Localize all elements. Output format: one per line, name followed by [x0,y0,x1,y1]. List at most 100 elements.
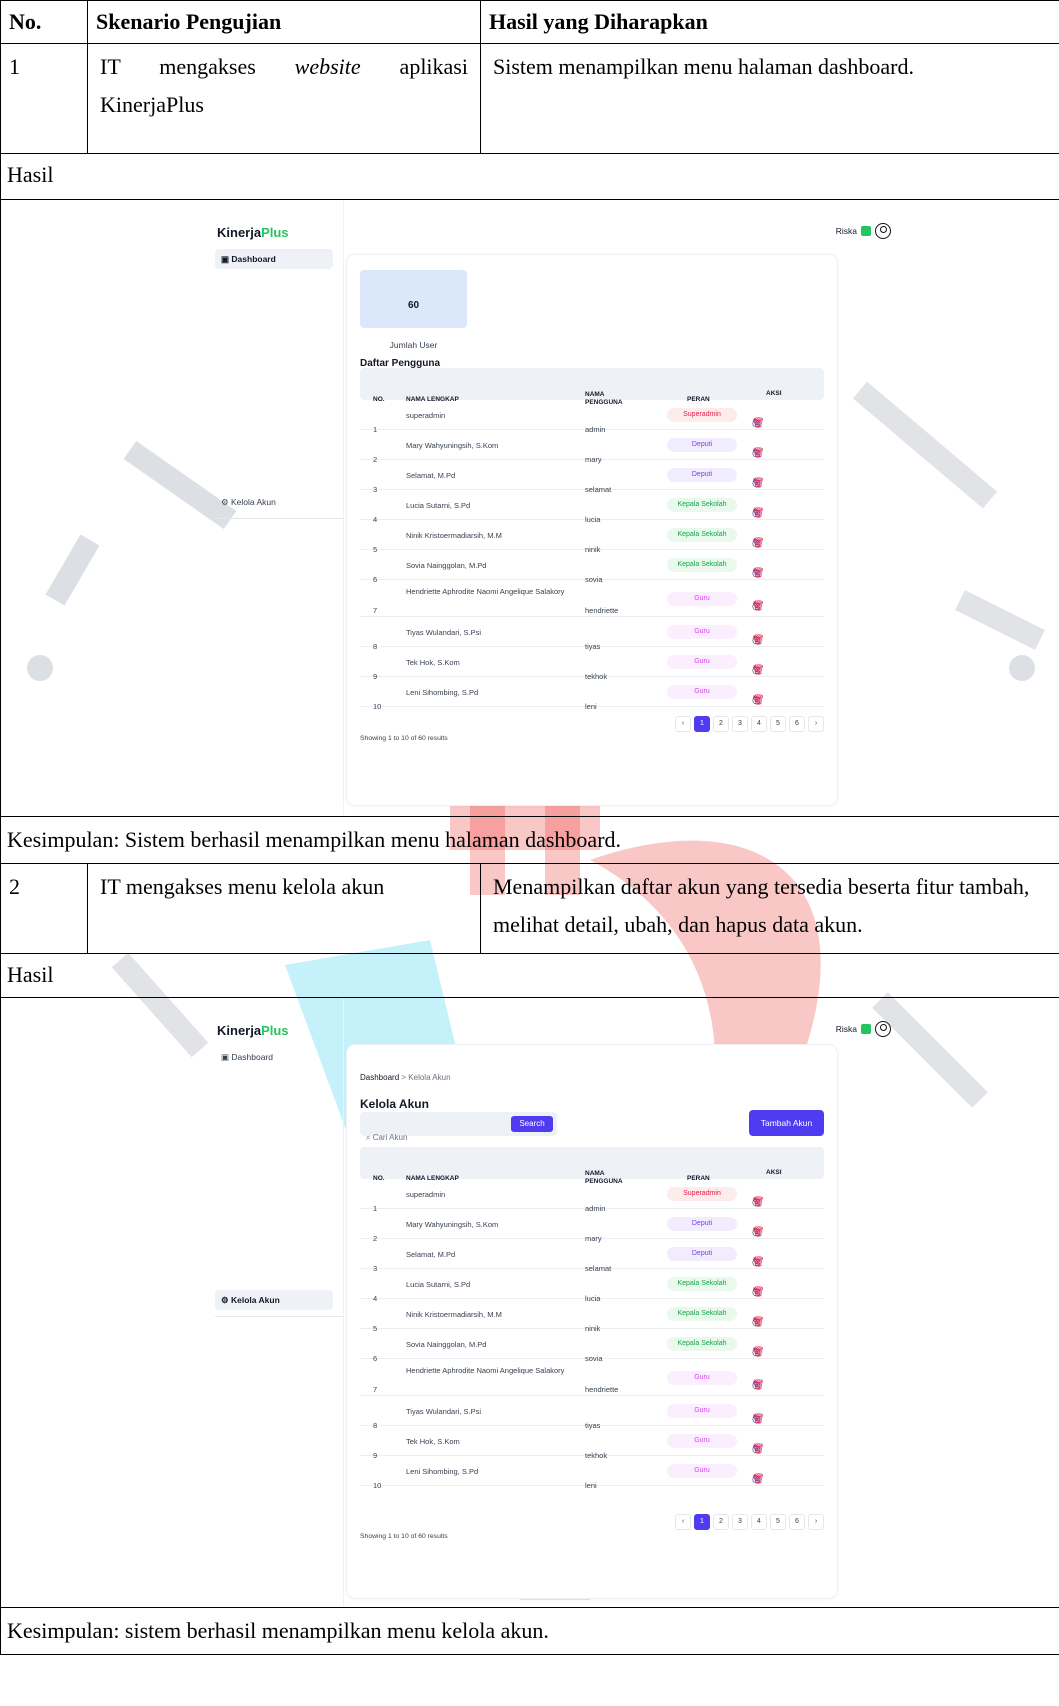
cell-nama: Sovia Nainggolan, M.Pd [406,561,487,570]
screenshot-row-2: KinerjaPlus ▣ Dashboard ⚙ Kelola Akun Ri… [0,997,1059,1608]
role-badge: Guru [667,655,737,669]
role-badge: Guru [667,625,737,639]
avatar-icon[interactable] [875,223,891,239]
cell-nama: Tiyas Wulandari, S.Psi [406,1407,482,1416]
table-row: 1 superadmin admin Superadmin ◎ ✎ 🗑 [360,1179,824,1213]
cell-nama: Mary Wahyuningsih, S.Kom [406,441,499,450]
role-badge: Superadmin [667,1187,737,1201]
test-row-1: 1 IT mengakses website aplikasi KinerjaP… [0,43,1059,154]
table-row: 8 Tiyas Wulandari, S.Psi tiyas Guru ◎ ✎ 🗑 [360,617,824,651]
role-badge: Guru [667,685,737,699]
cell-nama: Hendriette Aphrodite Naomi Angelique Sal… [406,1366,565,1375]
pagination-summary: Showing 1 to 10 of 60 results [360,735,448,742]
sidebar-item-kelola-akun[interactable]: ⚙ Kelola Akun [215,492,333,512]
role-badge: Kepala Sekolah [667,1307,737,1321]
cell-nama: Ninik Kristoermadiarsih, M.M [406,1310,502,1319]
scenario-text: IT mengakses [100,54,295,79]
trash-icon[interactable]: 🗑 [752,1461,765,1499]
sidebar-divider [215,518,343,519]
page-button[interactable]: 5 [770,716,786,732]
search-button[interactable]: Search [511,1116,553,1132]
cell-nama: Lucia Sutarni, S.Pd [406,1280,471,1289]
role-badge: Kepala Sekolah [667,1337,737,1351]
header-scenario: Skenario Pengujian [87,0,481,44]
pagination: ‹ 1 2 3 4 5 6 › [675,716,824,732]
brand-logo: KinerjaPlus [217,225,289,240]
pagination-summary: Showing 1 to 10 of 60 results [360,1533,448,1540]
role-badge: Guru [667,1464,737,1478]
sidebar: KinerjaPlus ▣ Dashboard ⚙ Kelola Akun [209,998,344,1606]
breadcrumb-home[interactable]: Dashboard [360,1073,399,1082]
page-button[interactable]: 3 [732,1514,748,1530]
scenario-emphasis: website [294,54,361,79]
page-button[interactable]: 5 [770,1514,786,1530]
sidebar: KinerjaPlus ▣ Dashboard ⚙ Kelola Akun [209,200,344,815]
user-badge [861,1024,871,1034]
stat-card: 60 Jumlah User [360,270,467,350]
table-row: 7 Hendriette Aphrodite Naomi Angelique Sa… [360,1359,824,1396]
role-badge: Guru [667,592,737,606]
search-bar: ⌕ Cari Akun Search [360,1112,557,1142]
sidebar-item-dashboard[interactable]: ▣ Dashboard [215,1047,333,1067]
user-name: Riska [835,226,857,236]
add-account-button[interactable]: Tambah Akun [749,1110,824,1136]
page-button[interactable]: 6 [789,716,805,732]
page-button[interactable]: 2 [713,1514,729,1530]
role-badge: Kepala Sekolah [667,528,737,542]
sidebar-item-label: Kelola Akun [230,497,276,507]
page-button[interactable]: 3 [732,716,748,732]
app-kelola-akun: KinerjaPlus ▣ Dashboard ⚙ Kelola Akun Ri… [209,998,899,1606]
cell-nama: Ninik Kristoermadiarsih, M.M [406,531,502,540]
trash-icon[interactable]: 🗑 [752,682,765,720]
app-dashboard: KinerjaPlus ▣ Dashboard ⚙ Kelola Akun Ri… [209,200,899,815]
table-row: 3 Selamat, M.Pd selamat Deputi ◎ ✎ 🗑 [360,460,824,494]
avatar-icon[interactable] [875,1021,891,1037]
user-table: NO. NAMA LENGKAP NAMA PENGGUNA PERAN AKSI 1 sup… [360,368,824,711]
page-button[interactable]: 4 [751,716,767,732]
cell-nama: Leni Sihombing, S.Pd [406,688,479,697]
prev-page-button[interactable]: ‹ [675,1514,691,1530]
hasil-label: Hasil [0,953,1059,998]
table-row: 3 Selamat, M.Pd selamat Deputi ◎ ✎ 🗑 [360,1239,824,1273]
prev-page-button[interactable]: ‹ [675,716,691,732]
page-button[interactable]: 6 [789,1514,805,1530]
role-badge: Guru [667,1434,737,1448]
conclusion-row-1: Kesimpulan: Sistem berhasil menampilkan … [0,816,1059,864]
sidebar-item-dashboard[interactable]: ▣ Dashboard [215,249,333,269]
user-menu[interactable]: Riska [836,1010,891,1048]
role-badge: Kepala Sekolah [667,1277,737,1291]
role-badge: Kepala Sekolah [667,498,737,512]
cell-nama: Tiyas Wulandari, S.Psi [406,628,482,637]
screenshot-row-1: KinerjaPlus ▣ Dashboard ⚙ Kelola Akun Ri… [0,199,1059,817]
user-menu[interactable]: Riska [836,212,891,250]
brand-logo: KinerjaPlus [217,1023,289,1038]
header-no: No. [0,0,88,44]
cell-nama: Selamat, M.Pd [406,471,456,480]
cell-nama: superadmin [406,1190,446,1199]
cell-nama: Sovia Nainggolan, M.Pd [406,1340,487,1349]
page-button[interactable]: 1 [694,716,710,732]
cell-nama: Lucia Sutarni, S.Pd [406,501,471,510]
role-badge: Guru [667,1371,737,1385]
sidebar-item-label: Dashboard [231,254,276,264]
table-row: 9 Tek Hok, S.Kom tekhok Guru ◎ ✎ 🗑 [360,647,824,681]
table-row: 6 Sovia Nainggolan, M.Pd sovia Kepala Sekol… [360,550,824,584]
role-badge: Deputi [667,468,737,482]
hasil-label: Hasil [0,153,1059,200]
cell-nama: superadmin [406,411,446,420]
page-button[interactable]: 4 [751,1514,767,1530]
next-page-button[interactable]: › [808,1514,824,1530]
conclusion-text: Kesimpulan: Sistem berhasil menampilkan … [0,816,1059,864]
next-page-button[interactable]: › [808,716,824,732]
role-badge: Deputi [667,1247,737,1261]
cell-nama: Tek Hok, S.Kom [406,1437,460,1446]
pagination: ‹ 1 2 3 4 5 6 › [675,1514,824,1530]
cell-nama: Tek Hok, S.Kom [406,658,460,667]
page-button[interactable]: 2 [713,716,729,732]
table-row: 6 Sovia Nainggolan, M.Pd sovia Kepala Sekol… [360,1329,824,1363]
page-button[interactable]: 1 [694,1514,710,1530]
cell-nama: Mary Wahyuningsih, S.Kom [406,1220,499,1229]
table-row: 1 superadmin admin Superadmin ◎ ✎ 🗑 [360,400,824,434]
sidebar-divider [215,1316,343,1317]
sidebar-item-kelola-akun[interactable]: ⚙ Kelola Akun [215,1290,333,1310]
